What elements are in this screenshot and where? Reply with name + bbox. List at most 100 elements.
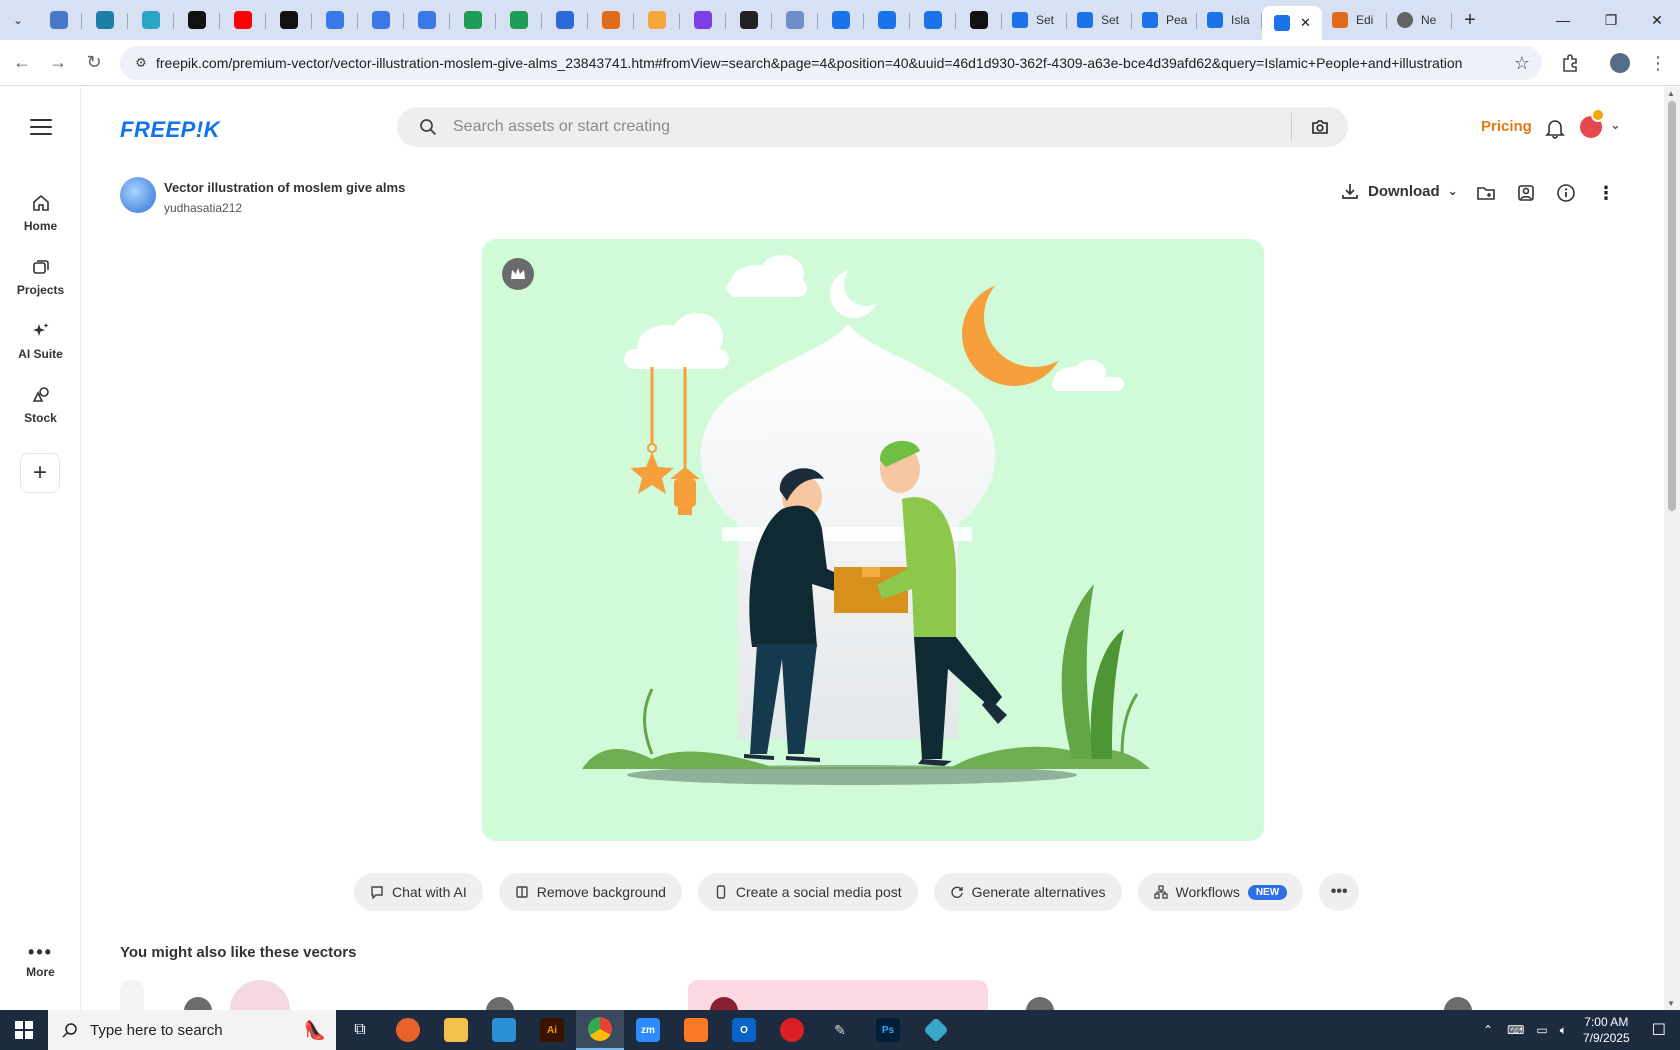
extensions-icon[interactable] [1552,45,1588,81]
browser-tab[interactable] [496,3,542,37]
photoshop-icon[interactable]: Ps [864,1010,912,1050]
browser-tab[interactable] [910,3,956,37]
scroll-up-icon[interactable]: ▲ [1667,89,1675,98]
generate-alternatives-button[interactable]: Generate alternatives [933,873,1122,911]
notifications-icon[interactable]: ☐ [1652,1020,1666,1040]
download-button[interactable]: Download ⌄ [1340,175,1458,207]
edit-image-icon[interactable] [1516,183,1536,203]
firefox-icon[interactable] [384,1010,432,1050]
browser-tab[interactable] [680,3,726,37]
tab-search-dropdown[interactable]: ⌄ [0,0,36,40]
active-tab[interactable]: ✕ [1262,6,1322,40]
create-social-post-button[interactable]: Create a social media post [697,873,918,911]
browser-tab[interactable] [542,3,588,37]
browser-tab[interactable] [266,3,312,37]
scrollbar-thumb[interactable] [1668,101,1676,511]
browser-tab[interactable] [864,3,910,37]
browser-tab[interactable] [956,3,1002,37]
windows-start-icon[interactable] [0,1010,48,1050]
nav-stock[interactable]: Stock [0,385,81,425]
remove-background-button[interactable]: Remove background [498,873,682,911]
author-name[interactable]: yudhasatia212 [164,201,242,215]
file-explorer-icon[interactable] [432,1010,480,1050]
browser-menu-icon[interactable]: ⋮ [1640,45,1676,81]
menu-icon[interactable] [30,119,52,135]
illustrator-icon[interactable]: Ai [528,1010,576,1050]
pricing-link[interactable]: Pricing [1481,118,1532,135]
nav-stock-label: Stock [24,411,57,425]
nav-projects[interactable]: Projects [0,257,81,297]
minimize-icon[interactable]: — [1540,0,1586,40]
zoom-icon[interactable]: zm [624,1010,672,1050]
scroll-down-icon[interactable]: ▼ [1667,999,1675,1008]
new-tab-button[interactable]: + [1452,3,1488,37]
workflows-button[interactable]: Workflows NEW [1137,873,1304,911]
pen-tool-icon[interactable]: ✎ [816,1010,864,1050]
more-actions-button[interactable]: ••• [1319,873,1360,911]
browser-tab[interactable]: Edi [1322,3,1387,37]
browser-tab[interactable] [588,3,634,37]
browser-tab[interactable] [82,3,128,37]
nav-more[interactable]: ••• More [0,942,81,979]
browser-tab[interactable] [634,3,680,37]
outlook-icon[interactable]: O [720,1010,768,1050]
search-input[interactable] [453,118,1291,136]
forward-icon[interactable]: → [40,45,76,81]
add-icon[interactable]: + [20,453,60,493]
restore-icon[interactable]: ❐ [1588,0,1634,40]
browser-tab[interactable] [450,3,496,37]
user-avatar[interactable] [1580,108,1605,138]
app-icon[interactable] [912,1010,960,1050]
browser-tab[interactable] [404,3,450,37]
browser-tab[interactable]: Ne [1387,3,1452,37]
clock[interactable]: 7:00 AM 7/9/2025 [1583,1014,1630,1046]
resource-preview-image[interactable] [482,239,1264,841]
chat-with-ai-button[interactable]: Chat with AI [354,873,483,911]
info-icon[interactable] [1556,183,1576,203]
site-settings-icon[interactable]: ⚙ [126,55,156,71]
url-text[interactable]: freepik.com/premium-vector/vector-illust… [156,55,1502,71]
freepik-logo[interactable]: FREEP!K [120,117,220,143]
browser-tab[interactable] [312,3,358,37]
nav-home[interactable]: Home [0,193,81,233]
chrome-icon[interactable] [576,1010,624,1050]
task-view-icon[interactable]: ⧉ [336,1010,384,1050]
browser-tab[interactable]: Set [1067,3,1132,37]
more-options-icon[interactable]: ⋮ [1596,183,1616,203]
browser-tab[interactable] [128,3,174,37]
close-tab-icon[interactable]: ✕ [1300,15,1311,31]
close-window-icon[interactable]: ✕ [1634,0,1680,40]
notifications-bell-icon[interactable] [1544,117,1566,139]
browser-tab[interactable]: Isla [1197,3,1262,37]
bookmark-star-icon[interactable]: ☆ [1502,53,1542,74]
page-scrollbar[interactable]: ▲ ▼ [1664,87,1680,1010]
xampp-icon[interactable] [672,1010,720,1050]
add-to-collection-icon[interactable] [1476,183,1496,203]
browser-tab[interactable] [174,3,220,37]
browser-tab[interactable]: Pea [1132,3,1197,37]
browser-tab[interactable]: Set [1002,3,1067,37]
browser-tab[interactable] [220,3,266,37]
browser-tab[interactable] [358,3,404,37]
browser-tab[interactable] [36,3,82,37]
wifi-icon[interactable]: ▭ [1536,1023,1547,1037]
browser-tab[interactable] [818,3,864,37]
author-avatar[interactable] [120,177,156,213]
profile-avatar[interactable] [1610,53,1630,73]
nav-ai-suite[interactable]: AI Suite [0,321,81,361]
camera-search-icon[interactable] [1292,119,1348,135]
reload-icon[interactable]: ↻ [76,45,112,81]
creative-cloud-icon[interactable] [768,1010,816,1050]
browser-tab[interactable] [726,3,772,37]
address-bar[interactable]: ⚙ freepik.com/premium-vector/vector-illu… [120,46,1542,80]
volume-icon[interactable]: 🔈︎ [1560,1023,1567,1038]
chevron-up-icon[interactable]: ⌃ [1483,1023,1493,1037]
taskbar-search-box[interactable]: Type here to search 👠 [48,1010,336,1050]
vscode-icon[interactable] [480,1010,528,1050]
browser-tab[interactable] [772,3,818,37]
chevron-down-icon[interactable]: ⌄ [1610,117,1621,133]
related-thumbnail[interactable] [230,980,290,1010]
back-icon[interactable]: ← [4,45,40,81]
network-icon[interactable]: ⌨ [1507,1023,1524,1037]
related-thumbnail[interactable] [120,980,144,1010]
